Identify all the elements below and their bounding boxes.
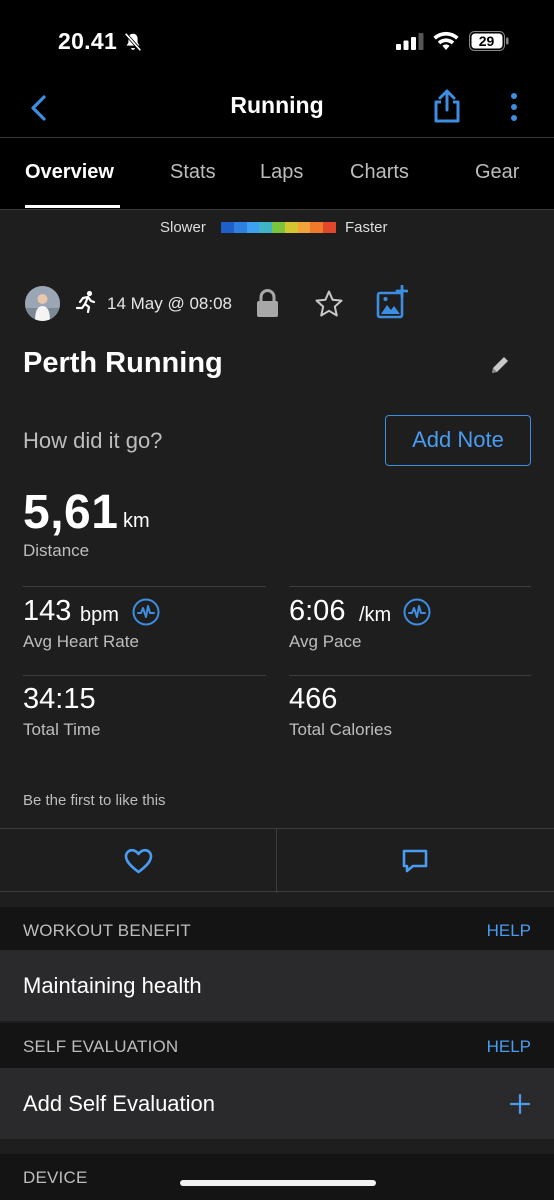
running-icon xyxy=(75,290,96,314)
nav-bar: Running xyxy=(0,80,554,138)
section-title: WORKOUT BENEFIT xyxy=(23,921,191,940)
total-calories-value: 466 xyxy=(289,683,338,715)
tab-stats[interactable]: Stats xyxy=(170,161,216,184)
distance-unit: km xyxy=(123,510,150,532)
activity-date: 14 May @ 08:08 xyxy=(107,294,232,313)
share-icon[interactable] xyxy=(430,88,464,124)
bell-off-icon xyxy=(124,32,142,52)
avg-heart-rate-label: Avg Heart Rate xyxy=(23,632,139,651)
heart-rate-chart-icon[interactable] xyxy=(132,598,160,626)
activity-meta-row: 14 May @ 08:08 xyxy=(0,284,554,324)
stat-divider xyxy=(289,675,531,676)
comment-icon xyxy=(402,849,428,873)
workout-benefit-header: WORKOUT BENEFIT HELP xyxy=(0,907,554,955)
status-time: 20.41 xyxy=(58,28,118,54)
distance-value: 5,61 xyxy=(23,486,119,539)
activity-title: Perth Running xyxy=(23,347,223,379)
tab-laps[interactable]: Laps xyxy=(260,161,303,184)
total-time-value: 34:15 xyxy=(23,683,96,715)
avg-heart-rate-unit: bpm xyxy=(80,604,119,626)
like-button[interactable] xyxy=(0,829,276,893)
add-self-evaluation-label: Add Self Evaluation xyxy=(23,1091,216,1116)
lock-icon[interactable] xyxy=(255,288,280,318)
heart-icon xyxy=(124,848,153,874)
workout-benefit-help-link[interactable]: HELP xyxy=(487,921,531,941)
stat-divider xyxy=(289,586,531,587)
stat-divider xyxy=(23,675,266,676)
avg-pace-value: 6:06 xyxy=(289,595,346,627)
tab-gear[interactable]: Gear xyxy=(475,161,519,184)
pace-color-segment xyxy=(310,222,324,233)
tab-overview[interactable]: Overview xyxy=(25,161,114,184)
avatar[interactable] xyxy=(25,286,60,321)
device-header: DEVICE xyxy=(0,1154,554,1200)
pace-color-segment xyxy=(259,222,273,233)
pace-chart-icon[interactable] xyxy=(403,598,431,626)
total-calories-label: Total Calories xyxy=(289,720,392,739)
add-photo-icon[interactable] xyxy=(376,285,408,319)
activity-page: 20.41 29 Running Overview Stats Laps Cha… xyxy=(0,0,554,1200)
social-action-row xyxy=(0,828,554,893)
more-options-icon[interactable] xyxy=(502,90,526,124)
cellular-signal-icon xyxy=(396,33,424,50)
pace-color-segment xyxy=(272,222,285,233)
avg-pace-label: Avg Pace xyxy=(289,632,362,651)
tab-bar: Overview Stats Laps Charts Gear xyxy=(0,139,554,210)
active-tab-indicator xyxy=(25,205,120,208)
workout-benefit-row[interactable]: Maintaining health xyxy=(0,950,554,1021)
edit-pencil-icon[interactable] xyxy=(489,354,511,376)
legend-slower-label: Slower xyxy=(160,219,206,236)
avg-pace-unit: /km xyxy=(359,604,392,626)
pace-color-segment xyxy=(297,222,311,233)
add-note-button[interactable]: Add Note xyxy=(385,415,531,466)
legend-faster-label: Faster xyxy=(345,219,388,236)
status-bar: 20.41 29 xyxy=(0,0,554,80)
home-indicator[interactable] xyxy=(180,1180,376,1186)
pace-color-scale xyxy=(221,222,337,233)
pace-color-segment xyxy=(221,222,234,233)
self-evaluation-header: SELF EVALUATION HELP xyxy=(0,1023,554,1071)
add-self-evaluation-row[interactable]: Add Self Evaluation xyxy=(0,1068,554,1139)
pace-color-segment xyxy=(323,222,337,233)
total-time-label: Total Time xyxy=(23,720,101,739)
avg-heart-rate-value: 143 xyxy=(23,595,72,627)
section-title: DEVICE xyxy=(23,1168,88,1187)
battery-level: 29 xyxy=(478,33,495,49)
overview-panel: Slower Faster 14 May @ 08:08 Perth Runni… xyxy=(0,210,554,1200)
wifi-icon xyxy=(433,31,459,50)
plus-icon[interactable] xyxy=(510,1094,530,1114)
stat-divider xyxy=(23,586,266,587)
self-evaluation-help-link[interactable]: HELP xyxy=(487,1037,531,1057)
section-title: SELF EVALUATION xyxy=(23,1037,179,1056)
favorite-star-icon[interactable] xyxy=(314,289,344,319)
likes-summary: Be the first to like this xyxy=(23,792,166,809)
pace-legend: Slower Faster xyxy=(0,219,554,239)
pace-color-segment xyxy=(284,222,298,233)
pace-color-segment xyxy=(246,222,260,233)
distance-label: Distance xyxy=(23,541,90,560)
tab-charts[interactable]: Charts xyxy=(350,161,409,184)
comment-button[interactable] xyxy=(277,829,554,893)
workout-benefit-value: Maintaining health xyxy=(23,973,202,998)
page-title: Running xyxy=(230,92,324,118)
pace-color-segment xyxy=(233,222,247,233)
feedback-prompt: How did it go? xyxy=(23,428,163,453)
